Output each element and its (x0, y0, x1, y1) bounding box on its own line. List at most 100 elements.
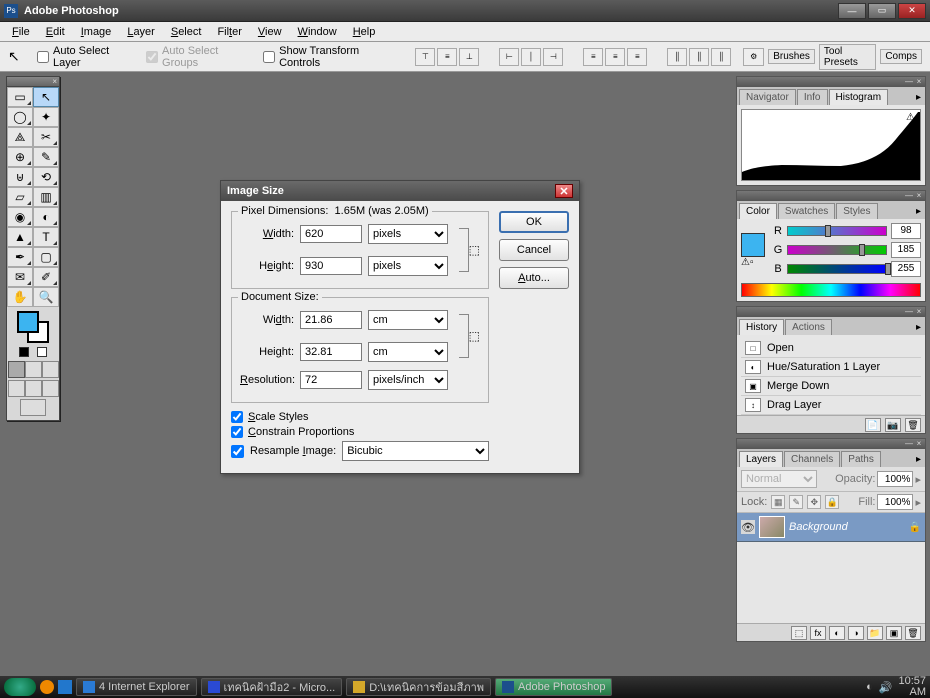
menu-edit[interactable]: Edit (38, 24, 73, 40)
taskbar-item-active[interactable]: Adobe Photoshop (495, 678, 612, 696)
color-preview-swatch[interactable] (741, 233, 765, 257)
adjustment-layer-icon[interactable]: ◑ (848, 626, 864, 640)
blend-mode-select[interactable]: Normal (741, 470, 817, 488)
minimize-button[interactable]: — (838, 3, 866, 19)
swap-colors-icon[interactable] (37, 347, 47, 357)
g-value[interactable]: 185 (891, 242, 921, 258)
resample-checkbox[interactable] (231, 445, 244, 458)
history-item[interactable]: ↕Drag Layer (741, 396, 921, 415)
layers-tab[interactable]: Layers (739, 451, 783, 467)
panel-minimize-icon[interactable]: — (905, 192, 913, 200)
start-button[interactable] (4, 678, 36, 696)
styles-tab[interactable]: Styles (836, 203, 877, 219)
screen-full-button[interactable] (42, 380, 59, 397)
doc-width-input[interactable] (300, 311, 362, 329)
align-top-button[interactable]: ⊤ (415, 48, 435, 66)
system-clock[interactable]: 10:57AM (898, 676, 926, 698)
doc-height-input[interactable] (300, 343, 362, 361)
histogram-warning-icon[interactable]: ⚠ (906, 112, 918, 124)
new-snapshot-icon[interactable]: 📷 (885, 418, 901, 432)
menu-filter[interactable]: Filter (209, 24, 249, 40)
align-bottom-button[interactable]: ⊥ (459, 48, 479, 66)
notes-tool[interactable]: ✉ (7, 267, 33, 287)
zoom-tool[interactable]: 🔍 (33, 287, 59, 307)
dodge-tool[interactable]: ◐ (33, 207, 59, 227)
standard-mode-button[interactable] (8, 361, 25, 378)
screen-full-menu-button[interactable] (25, 380, 42, 397)
dialog-titlebar[interactable]: Image Size ✕ (221, 181, 579, 201)
panel-close-icon[interactable]: × (915, 440, 923, 448)
histogram-tab[interactable]: Histogram (829, 89, 889, 105)
history-brush-tool[interactable]: ⟲ (33, 167, 59, 187)
tool-presets-tab[interactable]: Tool Presets (819, 44, 876, 70)
panel-close-icon[interactable]: × (915, 78, 923, 86)
tray-icon[interactable]: ◐ (866, 681, 873, 693)
paths-tab[interactable]: Paths (841, 451, 881, 467)
resample-method-select[interactable]: Bicubic (342, 441, 489, 461)
shape-tool[interactable]: ▢ (33, 247, 59, 267)
layer-visibility-icon[interactable]: 👁 (741, 520, 755, 534)
brush-tool[interactable]: ✎ (33, 147, 59, 167)
taskbar-item[interactable]: เทคนิคฝ้ามือ2 - Micro... (201, 678, 343, 696)
auto-button[interactable]: Auto... (499, 267, 569, 289)
imageready-button[interactable] (20, 399, 46, 416)
pixel-width-unit[interactable]: pixels (368, 224, 448, 244)
channels-tab[interactable]: Channels (784, 451, 840, 467)
doc-width-unit[interactable]: cm (368, 310, 448, 330)
distribute-right-button[interactable]: ║ (711, 48, 731, 66)
menu-select[interactable]: Select (163, 24, 210, 40)
r-value[interactable]: 98 (891, 223, 921, 239)
new-document-icon[interactable]: 📄 (865, 418, 881, 432)
navigator-tab[interactable]: Navigator (739, 89, 796, 105)
actions-tab[interactable]: Actions (785, 319, 832, 335)
quickmask-mode-button[interactable] (25, 361, 42, 378)
quicklaunch-icon[interactable] (40, 680, 54, 694)
doc-height-unit[interactable]: cm (368, 342, 448, 362)
panel-minimize-icon[interactable]: — (905, 78, 913, 86)
b-slider[interactable] (787, 264, 887, 274)
layer-group-icon[interactable]: 📁 (867, 626, 883, 640)
align-right-button[interactable]: ⊣ (543, 48, 563, 66)
ie-quicklaunch-icon[interactable] (58, 680, 72, 694)
new-layer-icon[interactable]: ▣ (886, 626, 902, 640)
distribute-hcenter-button[interactable]: ║ (689, 48, 709, 66)
show-transform-checkbox[interactable]: Show Transform Controls (263, 45, 395, 69)
pixel-height-unit[interactable]: pixels (368, 256, 448, 276)
resolution-input[interactable] (300, 371, 362, 389)
foreground-background-swatches[interactable] (17, 311, 49, 343)
b-value[interactable]: 255 (891, 261, 921, 277)
slice-tool[interactable]: ✂ (33, 127, 59, 147)
lock-position-icon[interactable]: ✥ (807, 495, 821, 509)
fill-input[interactable] (877, 494, 913, 510)
panel-close-icon[interactable]: × (915, 192, 923, 200)
blur-tool[interactable]: ◉ (7, 207, 33, 227)
history-item[interactable]: ◐Hue/Saturation 1 Layer (741, 358, 921, 377)
gradient-tool[interactable]: ▥ (33, 187, 59, 207)
close-button[interactable]: ✕ (898, 3, 926, 19)
taskbar-item[interactable]: D:\เทคนิคการข้อมสีภาพ (346, 678, 491, 696)
align-vcenter-button[interactable]: ≡ (437, 48, 457, 66)
panel-menu-icon[interactable]: ▸ (912, 452, 925, 467)
lock-image-icon[interactable]: ✎ (789, 495, 803, 509)
link-layers-icon[interactable]: ⬚ (791, 626, 807, 640)
menu-file[interactable]: File (4, 24, 38, 40)
resolution-unit[interactable]: pixels/inch (368, 370, 448, 390)
color-spectrum[interactable] (741, 283, 921, 297)
lock-transparency-icon[interactable]: ▦ (771, 495, 785, 509)
layer-style-icon[interactable]: fx (810, 626, 826, 640)
panel-minimize-icon[interactable]: — (905, 440, 913, 448)
default-colors-icon[interactable] (19, 347, 29, 357)
tray-icon[interactable]: 🔊 (879, 681, 893, 694)
history-tab[interactable]: History (739, 319, 784, 335)
layer-mask-icon[interactable]: ◐ (829, 626, 845, 640)
gamut-warning-icon[interactable]: ⚠▫ (741, 257, 769, 268)
distribute-top-button[interactable]: ≡ (583, 48, 603, 66)
opacity-input[interactable] (877, 471, 913, 487)
g-slider[interactable] (787, 245, 887, 255)
info-tab[interactable]: Info (797, 89, 828, 105)
auto-select-layer-checkbox[interactable]: Auto Select Layer (37, 45, 134, 69)
layer-row[interactable]: 👁 Background 🔒 (737, 513, 925, 542)
cancel-button[interactable]: Cancel (499, 239, 569, 261)
magic-wand-tool[interactable]: ✦ (33, 107, 59, 127)
maximize-button[interactable]: ▭ (868, 3, 896, 19)
